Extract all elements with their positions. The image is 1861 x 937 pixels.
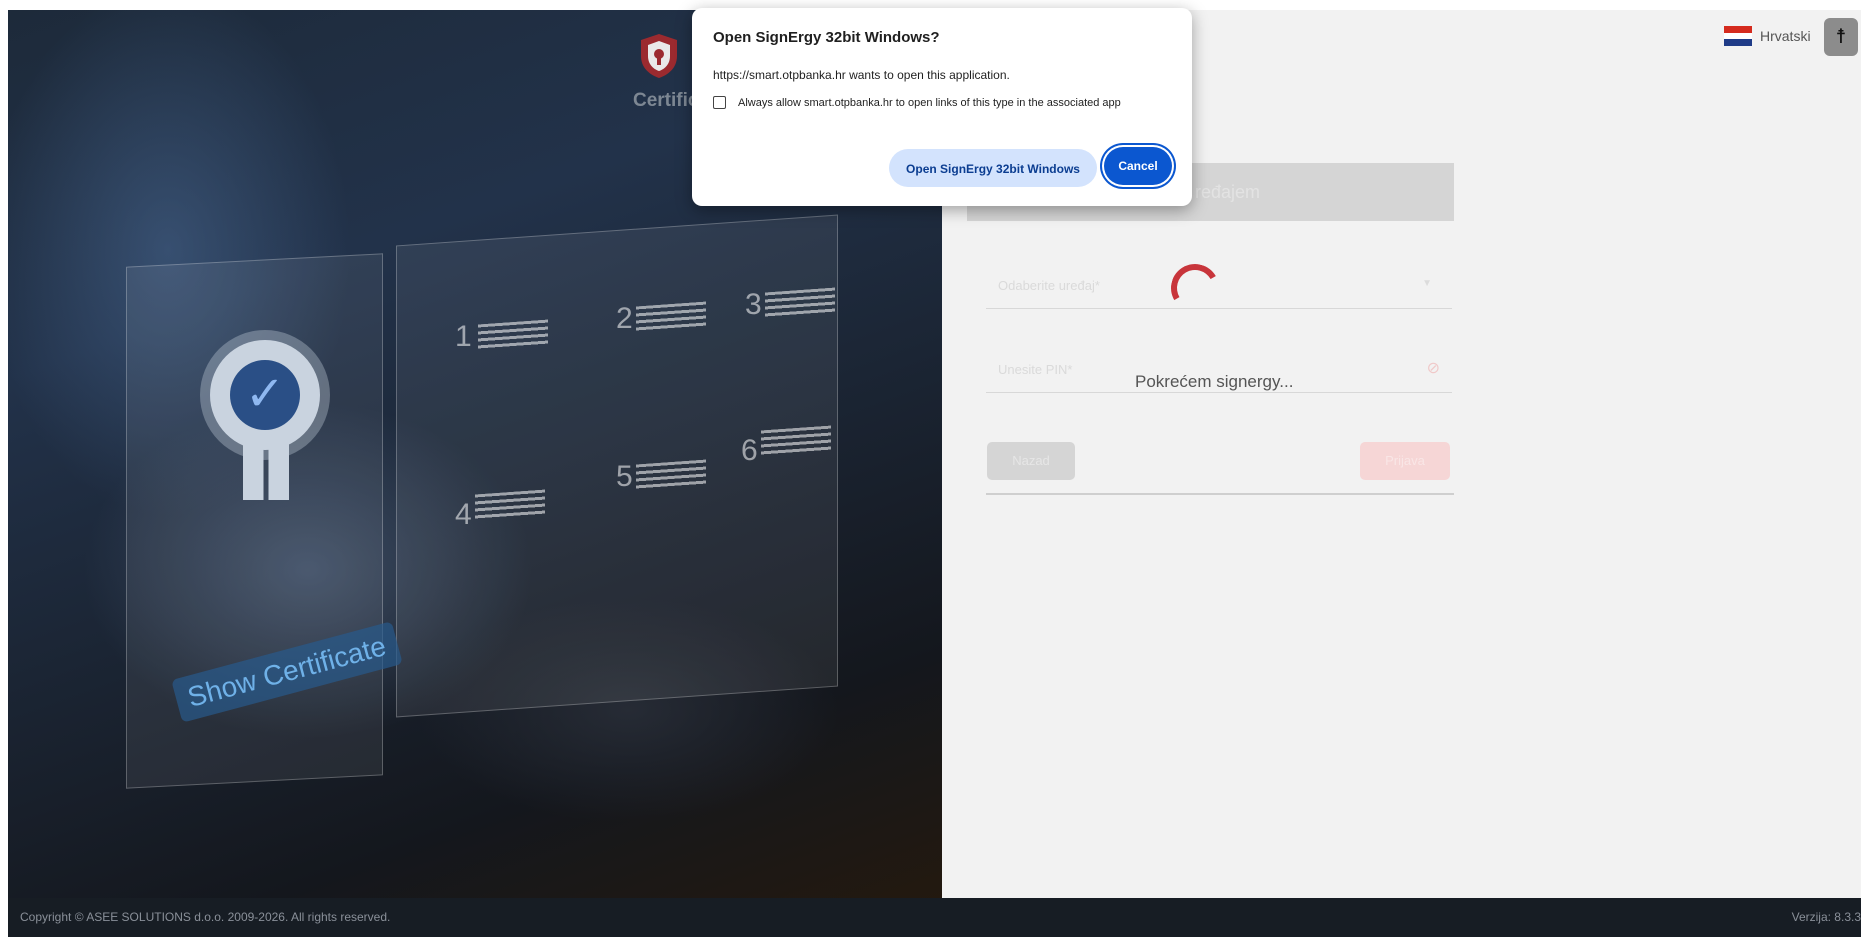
pin-input-placeholder: Unesite PIN* (998, 362, 1073, 377)
shield-icon (641, 34, 677, 78)
checklist-lines (636, 459, 706, 491)
device-select-placeholder: Odaberite uređaj* (998, 278, 1100, 293)
chevron-down-icon: ▼ (1422, 278, 1432, 289)
ribbon-icon (243, 440, 289, 500)
copyright-text: Copyright © ASEE SOLUTIONS d.o.o. 2009-2… (20, 910, 391, 924)
login-button[interactable]: Prijava (1360, 442, 1450, 480)
croatian-flag-icon (1724, 26, 1752, 46)
form-header-title: ređajem (1195, 182, 1261, 202)
always-allow-row[interactable]: Always allow smart.otpbanka.hr to open l… (713, 96, 1121, 109)
checklist-number: 3 (745, 288, 762, 321)
open-app-button[interactable]: Open SignErgy 32bit Windows (889, 149, 1097, 187)
version-text: Verzija: 8.3.3 (1791, 910, 1861, 924)
dialog-title: Open SignErgy 32bit Windows? (713, 29, 940, 46)
eye-off-icon[interactable]: ⊘ (1427, 358, 1440, 378)
always-allow-checkbox[interactable] (713, 96, 726, 109)
language-label: Hrvatski (1760, 28, 1811, 44)
checklist-number: 1 (455, 320, 472, 353)
checkmark-icon: ✓ (230, 360, 300, 430)
accessibility-icon: ☨ (1835, 26, 1847, 48)
checklist-lines (478, 319, 548, 351)
open-app-dialog: Open SignErgy 32bit Windows? https://sma… (692, 8, 1192, 206)
checklist-lines (475, 489, 545, 521)
hero-title: Certific (633, 90, 699, 111)
checklist-number: 6 (741, 434, 758, 467)
dialog-message: https://smart.otpbanka.hr wants to open … (713, 68, 1010, 82)
footer: Copyright © ASEE SOLUTIONS d.o.o. 2009-2… (8, 898, 1861, 937)
accessibility-button[interactable]: ☨ (1824, 18, 1858, 56)
checklist-lines (636, 301, 706, 333)
certificate-panel (126, 253, 383, 789)
always-allow-label: Always allow smart.otpbanka.hr to open l… (738, 96, 1121, 109)
checklist-number: 4 (455, 498, 472, 531)
back-button[interactable]: Nazad (987, 442, 1075, 480)
language-selector[interactable]: Hrvatski (1724, 26, 1811, 46)
checklist-lines (761, 425, 831, 457)
form-divider (986, 493, 1454, 495)
checklist-number: 5 (616, 460, 633, 493)
cancel-button[interactable]: Cancel (1104, 147, 1172, 185)
checklist-lines (765, 287, 835, 319)
loading-text: Pokrećem signergy... (1135, 372, 1294, 391)
checklist-number: 2 (616, 302, 633, 335)
